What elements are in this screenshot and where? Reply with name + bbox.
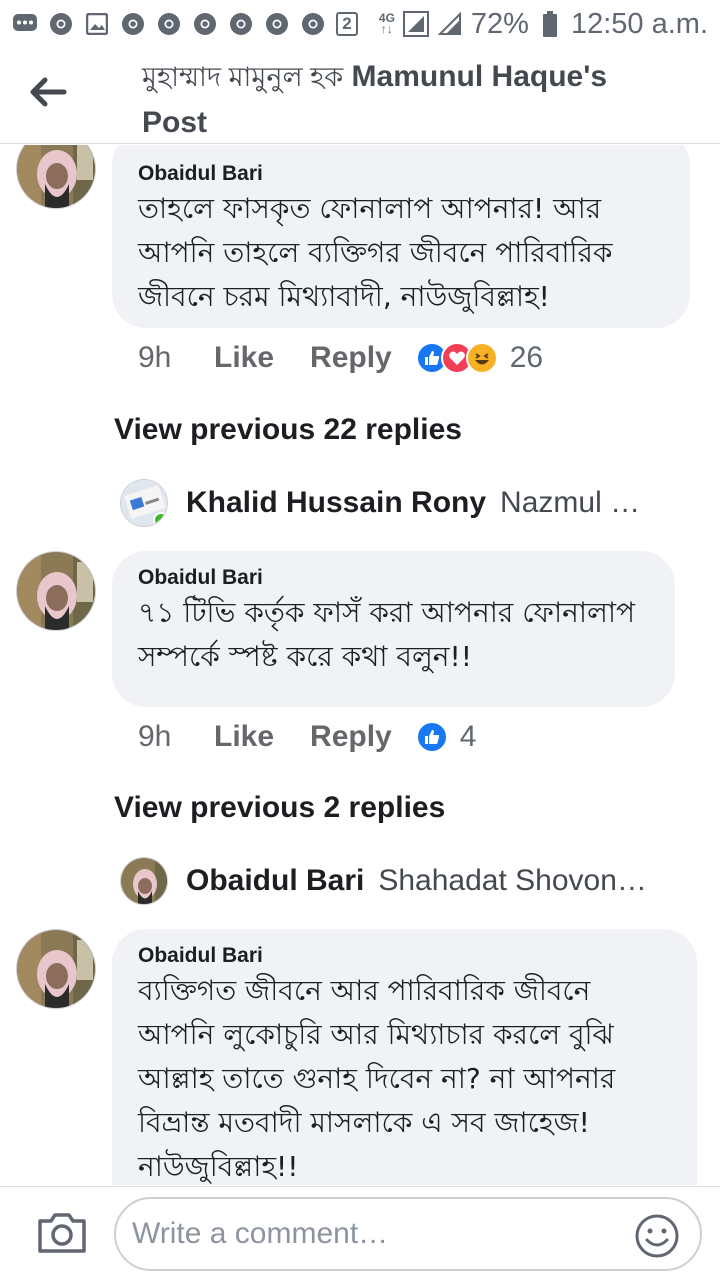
chrome-icon	[48, 11, 74, 37]
comment-bubble[interactable]: Obaidul Bari ৭১ টিভি কর্তৃক ফাসঁ করা আপন…	[112, 551, 675, 707]
reaction-count[interactable]: 4	[460, 720, 477, 754]
comment-actions: 9h Like Reply 4	[138, 720, 476, 754]
chrome-icon	[228, 11, 254, 37]
reply-preview[interactable]: Obaidul Bari Shahadat Shovon…	[120, 857, 680, 905]
comment-input[interactable]: Write a comment…	[114, 1197, 702, 1271]
status-bar: 2 4G ↑↓ 72% 12:50 a.m.	[0, 0, 720, 48]
clock: 12:50 a.m.	[570, 7, 708, 40]
reply-preview[interactable]: Khalid Hussain Rony Nazmul …	[120, 479, 680, 527]
notification-icons: 2	[12, 11, 358, 37]
notification-count-badge: 2	[336, 12, 358, 36]
reply-button[interactable]: Reply	[310, 341, 392, 375]
comment-text: ব্যক্তিগত জীবনে আর পারিবারিক জীবনে আপনি …	[138, 974, 616, 1183]
reaction-count[interactable]: 26	[510, 341, 543, 375]
network-type: 4G ↑↓	[378, 11, 395, 36]
emoji-button[interactable]	[634, 1213, 680, 1259]
comment-time[interactable]: 9h	[138, 720, 214, 754]
chrome-icon	[156, 11, 182, 37]
reactions-summary[interactable]	[415, 721, 448, 753]
back-arrow-icon	[30, 77, 67, 107]
like-button[interactable]: Like	[214, 341, 274, 375]
avatar[interactable]	[120, 857, 168, 905]
signal-sim2-icon	[437, 11, 463, 37]
comment-input-placeholder: Write a comment…	[132, 1217, 389, 1250]
reply-author[interactable]: Obaidul Bari	[186, 864, 364, 898]
avatar[interactable]	[16, 145, 96, 209]
avatar[interactable]	[16, 929, 96, 1009]
chrome-icon	[264, 11, 290, 37]
reactions-summary[interactable]	[415, 342, 498, 374]
reply-text-preview: Nazmul …	[500, 486, 641, 519]
comment-time[interactable]: 9h	[138, 341, 214, 375]
system-status: 4G ↑↓ 72% 12:50 a.m.	[379, 8, 708, 41]
smiley-icon	[635, 1214, 679, 1258]
comment-bubble[interactable]: Obaidul Bari ব্যক্তিগত জীবনে আর পারিবারি…	[112, 929, 697, 1185]
chrome-icon	[300, 11, 326, 37]
comment-text: তাহলে ফাসকৃত ফোনালাপ আপনার! আর আপনি তাহল…	[138, 192, 613, 313]
reply-author[interactable]: Khalid Hussain Rony	[186, 486, 486, 520]
comment-text: ৭১ টিভি কর্তৃক ফাসঁ করা আপনার ফোনালাপ সম…	[138, 596, 635, 673]
battery-icon	[537, 11, 563, 37]
comment-bubble[interactable]: Obaidul Bari তাহলে ফাসকৃত ফোনালাপ আপনার!…	[112, 145, 690, 328]
signal-sim1-icon	[402, 11, 429, 37]
camera-button[interactable]	[36, 1211, 88, 1255]
comment-composer: Write a comment…	[0, 1186, 720, 1280]
view-previous-replies-link[interactable]: View previous 2 replies	[114, 791, 445, 825]
view-previous-replies-link[interactable]: View previous 22 replies	[114, 413, 462, 447]
like-button[interactable]: Like	[214, 720, 274, 754]
app-header: মুহাম্মাদ মামুনুল হক Mamunul Haque's Pos…	[0, 48, 720, 144]
page-title-bengali: মুহাম্মাদ মামুনুল হক	[142, 62, 344, 92]
reply-text-preview: Shahadat Shovon…	[378, 864, 647, 897]
battery-percent: 72%	[470, 7, 529, 40]
like-reaction-icon	[415, 721, 448, 753]
comment-author[interactable]: Obaidul Bari	[138, 943, 671, 969]
comment-author[interactable]: Obaidul Bari	[138, 161, 664, 187]
page-title: মুহাম্মাদ মামুনুল হক Mamunul Haque's Pos…	[142, 54, 642, 145]
chrome-icon	[192, 11, 218, 37]
chrome-icon	[120, 11, 146, 37]
comment-feed[interactable]: Obaidul Bari তাহলে ফাসকৃত ফোনালাপ আপনার!…	[0, 145, 720, 1185]
comment-actions: 9h Like Reply 26	[138, 341, 543, 375]
messages-icon	[12, 11, 38, 37]
comment-author[interactable]: Obaidul Bari	[138, 565, 649, 591]
camera-icon	[38, 1213, 86, 1253]
gallery-icon	[84, 11, 110, 37]
avatar[interactable]	[16, 551, 96, 631]
reply-button[interactable]: Reply	[310, 720, 392, 754]
back-button[interactable]	[28, 74, 68, 110]
haha-reaction-icon	[465, 342, 498, 374]
avatar[interactable]	[120, 479, 168, 527]
online-status-dot	[153, 512, 167, 526]
